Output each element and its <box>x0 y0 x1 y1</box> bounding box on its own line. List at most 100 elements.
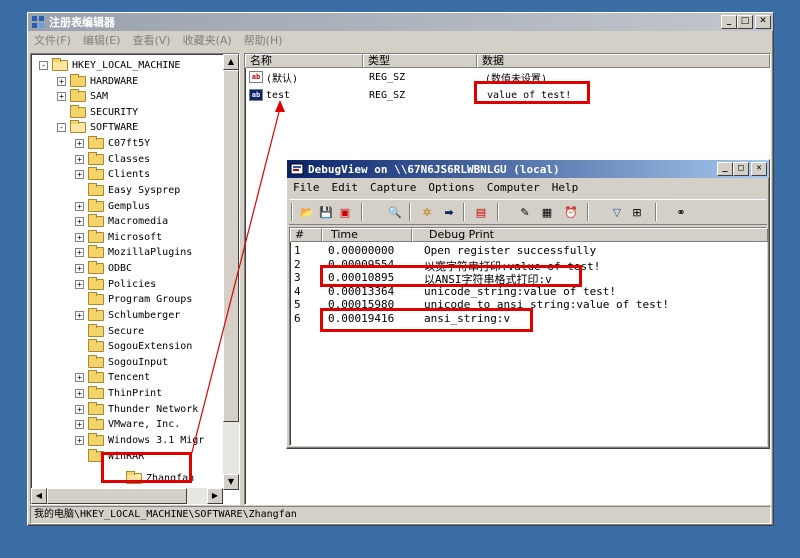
expand-icon[interactable]: + <box>75 280 84 289</box>
expand-icon[interactable]: + <box>75 139 84 148</box>
tree-node[interactable]: + Windows 3.1 Migr <box>75 433 204 448</box>
scroll-up-button[interactable]: ▲ <box>223 54 239 70</box>
menu-edit[interactable]: Edit <box>332 181 359 194</box>
menu-computer[interactable]: Computer <box>487 181 540 194</box>
tree-node[interactable]: + HARDWARE <box>57 74 138 89</box>
history-icon[interactable]: ▦ <box>539 205 555 220</box>
tree-node[interactable]: SECURITY <box>57 105 138 120</box>
column-header-name[interactable]: 名称 <box>245 54 363 68</box>
scroll-down-button[interactable]: ▼ <box>223 474 239 490</box>
tree-node[interactable]: + VMware, Inc. <box>75 417 180 432</box>
debugview-titlebar[interactable]: DebugView on \\67N6JS6RLWBNLGU (local) _… <box>287 160 769 178</box>
tree-node[interactable]: + Gemplus <box>75 199 150 214</box>
menu-help[interactable]: 帮助(H) <box>244 32 283 48</box>
menu-favorites[interactable]: 收藏夹(A) <box>183 32 232 48</box>
expand-icon[interactable]: + <box>75 202 84 211</box>
search-binoculars-icon[interactable]: ⚭ <box>673 205 689 220</box>
highlight-icon[interactable]: ▽ <box>609 205 625 220</box>
tree-node[interactable]: + Schlumberger <box>75 308 180 323</box>
tree-node[interactable]: + Classes <box>75 152 150 167</box>
filter-icon[interactable]: ▤ <box>473 205 489 220</box>
expand-icon[interactable]: + <box>75 373 84 382</box>
tree-node[interactable]: - SOFTWARE <box>57 120 138 135</box>
expand-icon[interactable]: + <box>75 248 84 257</box>
tree-node[interactable]: + Macromedia <box>75 214 168 229</box>
menu-file[interactable]: File <box>293 181 320 194</box>
expand-icon[interactable]: + <box>75 170 84 179</box>
expand-icon[interactable]: + <box>75 311 84 320</box>
scroll-left-button[interactable]: ◀ <box>31 488 47 504</box>
tree-node[interactable]: Easy Sysprep <box>75 183 180 198</box>
tree-node[interactable]: + ThinPrint <box>75 386 162 401</box>
tree-horizontal-scrollbar[interactable]: ◀ ▶ <box>31 488 223 504</box>
menu-edit[interactable]: 编辑(E) <box>83 32 121 48</box>
column-header-number[interactable]: # <box>290 228 322 242</box>
tree-node-label: SECURITY <box>90 107 139 118</box>
tree-node[interactable]: + Policies <box>75 277 156 292</box>
tree-node[interactable]: SogouInput <box>75 355 168 370</box>
scroll-thumb[interactable] <box>223 70 239 422</box>
minimize-button[interactable]: _ <box>717 162 733 176</box>
scroll-right-button[interactable]: ▶ <box>207 488 223 504</box>
properties-icon[interactable]: ✎ <box>517 205 533 220</box>
capture-icon[interactable]: ✲ <box>419 205 435 220</box>
expand-icon[interactable]: + <box>75 405 84 414</box>
column-header-type[interactable]: 类型 <box>363 54 477 68</box>
tree-node[interactable]: + Microsoft <box>75 230 162 245</box>
tree-node[interactable]: Secure <box>75 324 144 339</box>
tree-node[interactable]: + MozillaPlugins <box>75 245 192 260</box>
tree-node[interactable]: + Tencent <box>75 370 150 385</box>
column-header-time[interactable]: Time <box>322 228 412 242</box>
tree-node-label: Tencent <box>108 372 151 383</box>
tree-node[interactable]: Program Groups <box>75 292 192 307</box>
menu-options[interactable]: Options <box>428 181 474 194</box>
toolbar-separator <box>361 203 363 221</box>
remote-icon[interactable]: ⊞ <box>629 205 645 220</box>
maximize-button[interactable]: □ <box>737 15 753 29</box>
value-row-default[interactable]: ab (默认) <box>249 69 298 85</box>
tree-vertical-scrollbar[interactable]: ▲ ▼ <box>223 54 239 490</box>
column-header-data[interactable]: 数据 <box>477 54 770 68</box>
column-header-debug-print[interactable]: Debug Print <box>412 228 768 242</box>
collapse-icon[interactable]: - <box>39 61 48 70</box>
open-icon[interactable]: 📂 <box>299 205 315 220</box>
tree-node[interactable]: + ODBC <box>75 261 132 276</box>
tree-node[interactable]: + C07ft5Y <box>75 136 150 151</box>
expand-icon[interactable]: + <box>57 77 66 86</box>
tree-node[interactable]: + SAM <box>57 89 108 104</box>
expand-icon[interactable]: + <box>75 420 84 429</box>
maximize-button[interactable]: □ <box>733 162 749 176</box>
menu-view[interactable]: 查看(V) <box>132 32 170 48</box>
close-button[interactable]: ✕ <box>755 15 771 29</box>
menu-capture[interactable]: Capture <box>370 181 416 194</box>
save-icon[interactable]: 💾 <box>318 205 334 220</box>
clear-icon[interactable]: ▣ <box>337 205 353 220</box>
expand-icon[interactable]: + <box>75 233 84 242</box>
registry-tree-pane[interactable]: - HKEY_LOCAL_MACHINE + HARDWARE + SAM SECURITY… <box>30 53 240 505</box>
close-button[interactable]: ✕ <box>751 162 767 176</box>
autoscroll-icon[interactable]: ➡ <box>441 205 457 220</box>
tree-node[interactable]: - HKEY_LOCAL_MACHINE <box>39 58 180 73</box>
tree-node-label: VMware, Inc. <box>108 419 181 430</box>
collapse-icon[interactable]: - <box>57 123 66 132</box>
find-icon[interactable]: 🔍 <box>387 205 403 220</box>
minimize-button[interactable]: _ <box>721 15 737 29</box>
expand-icon[interactable]: + <box>75 389 84 398</box>
expand-icon[interactable]: + <box>57 92 66 101</box>
value-row-test[interactable]: ab test <box>249 87 290 103</box>
expand-icon[interactable]: + <box>75 264 84 273</box>
tree-node[interactable]: SogouExtension <box>75 339 192 354</box>
expand-icon[interactable]: + <box>75 217 84 226</box>
tree-node[interactable]: + Thunder Network <box>75 402 198 417</box>
debug-output-list[interactable]: # Time Debug Print 1 0.00000000 Open regis… <box>289 227 768 446</box>
expand-icon[interactable]: + <box>75 155 84 164</box>
menu-help[interactable]: Help <box>552 181 579 194</box>
menu-file[interactable]: 文件(F) <box>34 32 71 48</box>
hscroll-thumb[interactable] <box>47 488 187 504</box>
tree-node[interactable]: + Clients <box>75 167 150 182</box>
regedit-titlebar[interactable]: 注册表编辑器 _ □ ✕ <box>28 13 773 31</box>
expand-icon[interactable]: + <box>75 436 84 445</box>
clock-icon[interactable]: ⏰ <box>563 205 579 220</box>
